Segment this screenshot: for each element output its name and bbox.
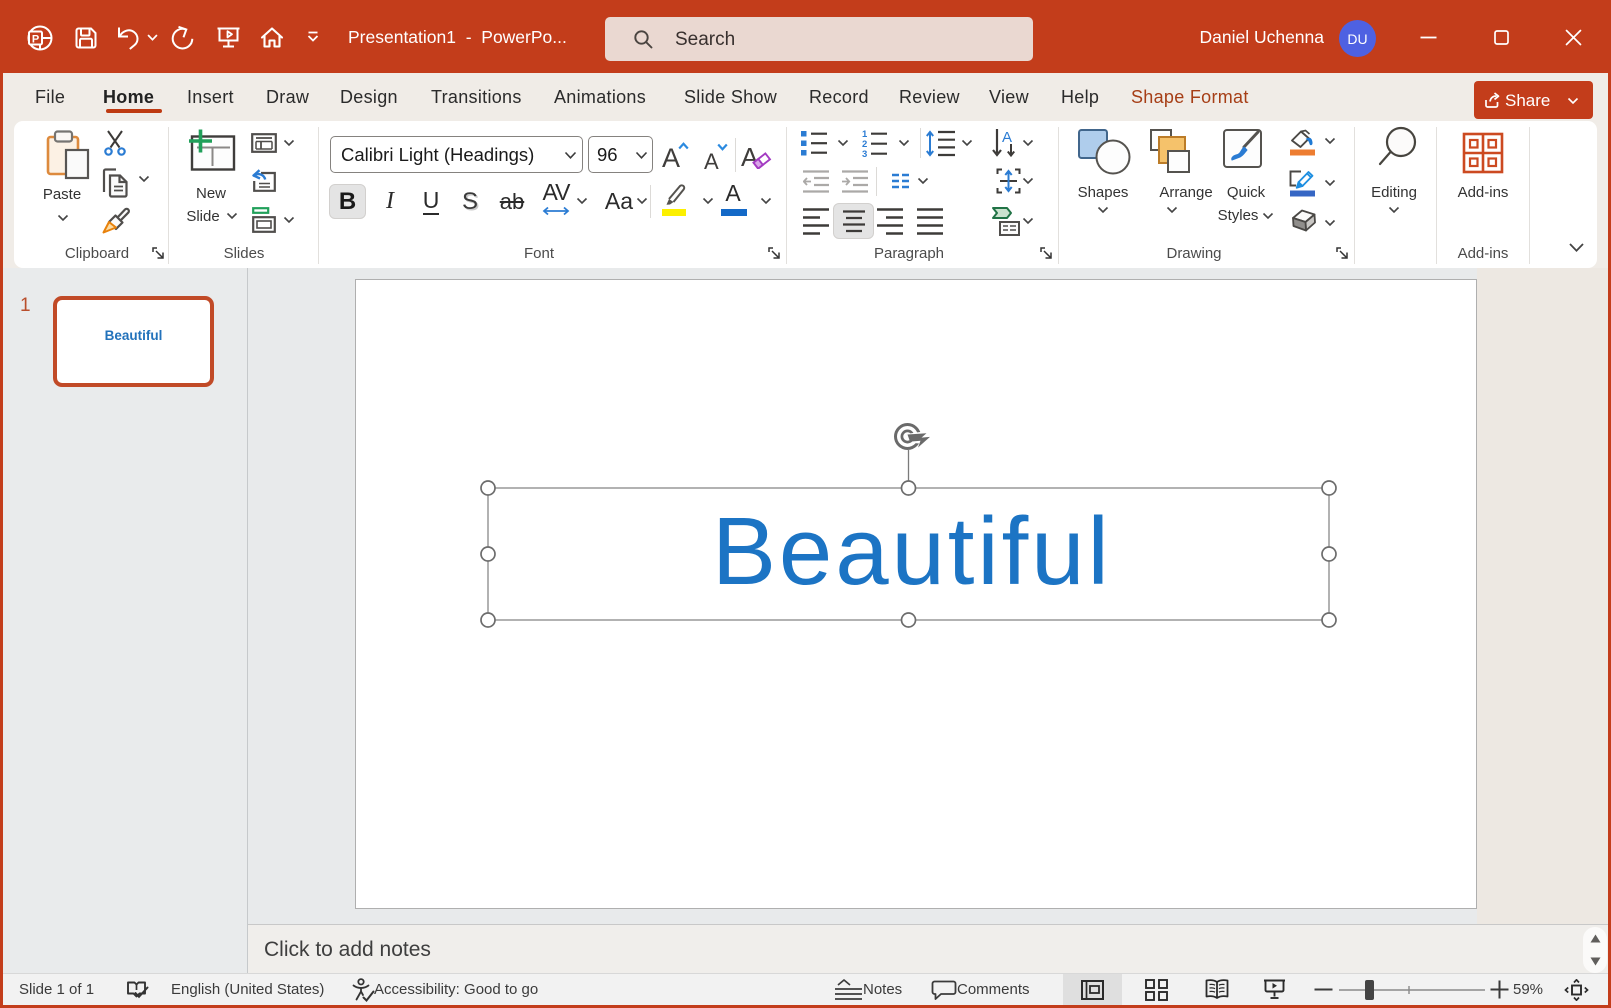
svg-text:3: 3 [862, 149, 867, 157]
svg-text:P: P [32, 34, 39, 46]
svg-text:A: A [1002, 129, 1012, 146]
